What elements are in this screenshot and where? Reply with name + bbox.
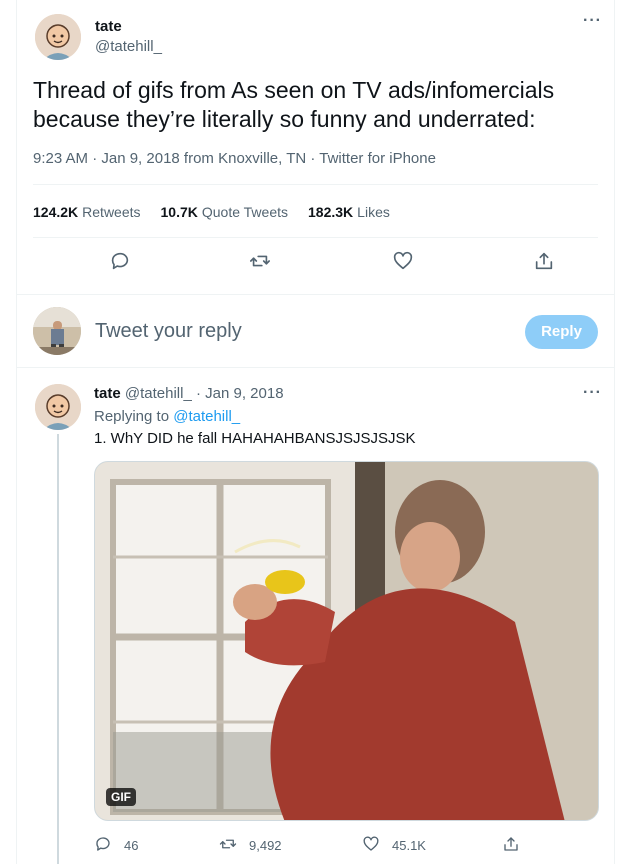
tweet-actions [33, 250, 598, 278]
reply-input[interactable]: Tweet your reply [95, 320, 242, 343]
heart-icon[interactable] [392, 250, 416, 274]
reply-icon[interactable] [109, 250, 133, 274]
gif-preview-image [95, 462, 598, 820]
reply-composer: Tweet your reply Reply [17, 294, 614, 368]
reply-text: 1. WhY DID he fall HAHAHAHBANSJSJSJSJSK [94, 430, 416, 447]
more-icon[interactable]: ··· [583, 12, 602, 30]
retweet-count: 9,492 [249, 838, 282, 853]
retweet-icon[interactable] [249, 250, 273, 274]
divider [33, 184, 598, 185]
thread-line [57, 434, 59, 864]
current-user-avatar[interactable] [33, 307, 81, 355]
tweet-stats: 124.2K Retweets 10.7K Quote Tweets 182.3K L… [33, 204, 390, 220]
share-icon[interactable] [533, 250, 557, 274]
like-count: 45.1K [392, 838, 426, 853]
reply-button[interactable]: Reply [525, 315, 598, 349]
tweet-text: Thread of gifs from As seen on TV ads/in… [33, 77, 555, 132]
retweets-stat[interactable]: 124.2K Retweets [33, 204, 141, 220]
quote-tweets-stat[interactable]: 10.7K Quote Tweets [161, 204, 289, 220]
reply-author-handle[interactable]: @tatehill_ [125, 385, 192, 402]
reply-retweet-button[interactable]: 9,492 [219, 835, 282, 856]
author-handle[interactable]: @tatehill_ [95, 38, 162, 55]
gif-media[interactable]: GIF [94, 461, 599, 821]
reply-date[interactable]: · Jan 9, 2018 [196, 385, 284, 402]
replying-to: Replying to @tatehill_ [94, 408, 241, 425]
more-icon[interactable]: ··· [583, 384, 602, 402]
tweet-meta[interactable]: 9:23 AM · Jan 9, 2018 from Knoxville, TN… [33, 150, 436, 167]
author-name[interactable]: tate [95, 18, 122, 35]
reply-header: tate @tatehill_ · Jan 9, 2018 [94, 385, 284, 402]
share-icon [502, 835, 520, 856]
main-tweet: tate @tatehill_ ··· Thread of gifs from … [17, 0, 614, 294]
reply-share-button[interactable] [502, 835, 520, 856]
reply-tweet: tate @tatehill_ · Jan 9, 2018 ··· Replyi… [17, 372, 614, 864]
replying-to-link[interactable]: @tatehill_ [173, 408, 240, 425]
gif-badge: GIF [106, 788, 136, 806]
retweet-icon [219, 835, 237, 856]
reply-author-name[interactable]: tate [94, 385, 121, 402]
reply-author-avatar[interactable] [35, 384, 81, 430]
likes-stat[interactable]: 182.3K Likes [308, 204, 390, 220]
reply-actions: 46 9,492 45.1K [94, 835, 599, 857]
reply-count: 46 [124, 838, 139, 853]
reply-icon [94, 835, 112, 856]
reply-like-button[interactable]: 45.1K [362, 835, 426, 856]
tweet-thread-panel: tate @tatehill_ ··· Thread of gifs from … [16, 0, 615, 864]
heart-icon [362, 835, 380, 856]
divider [33, 237, 598, 238]
reply-reply-button[interactable]: 46 [94, 835, 138, 856]
author-avatar[interactable] [35, 14, 81, 60]
